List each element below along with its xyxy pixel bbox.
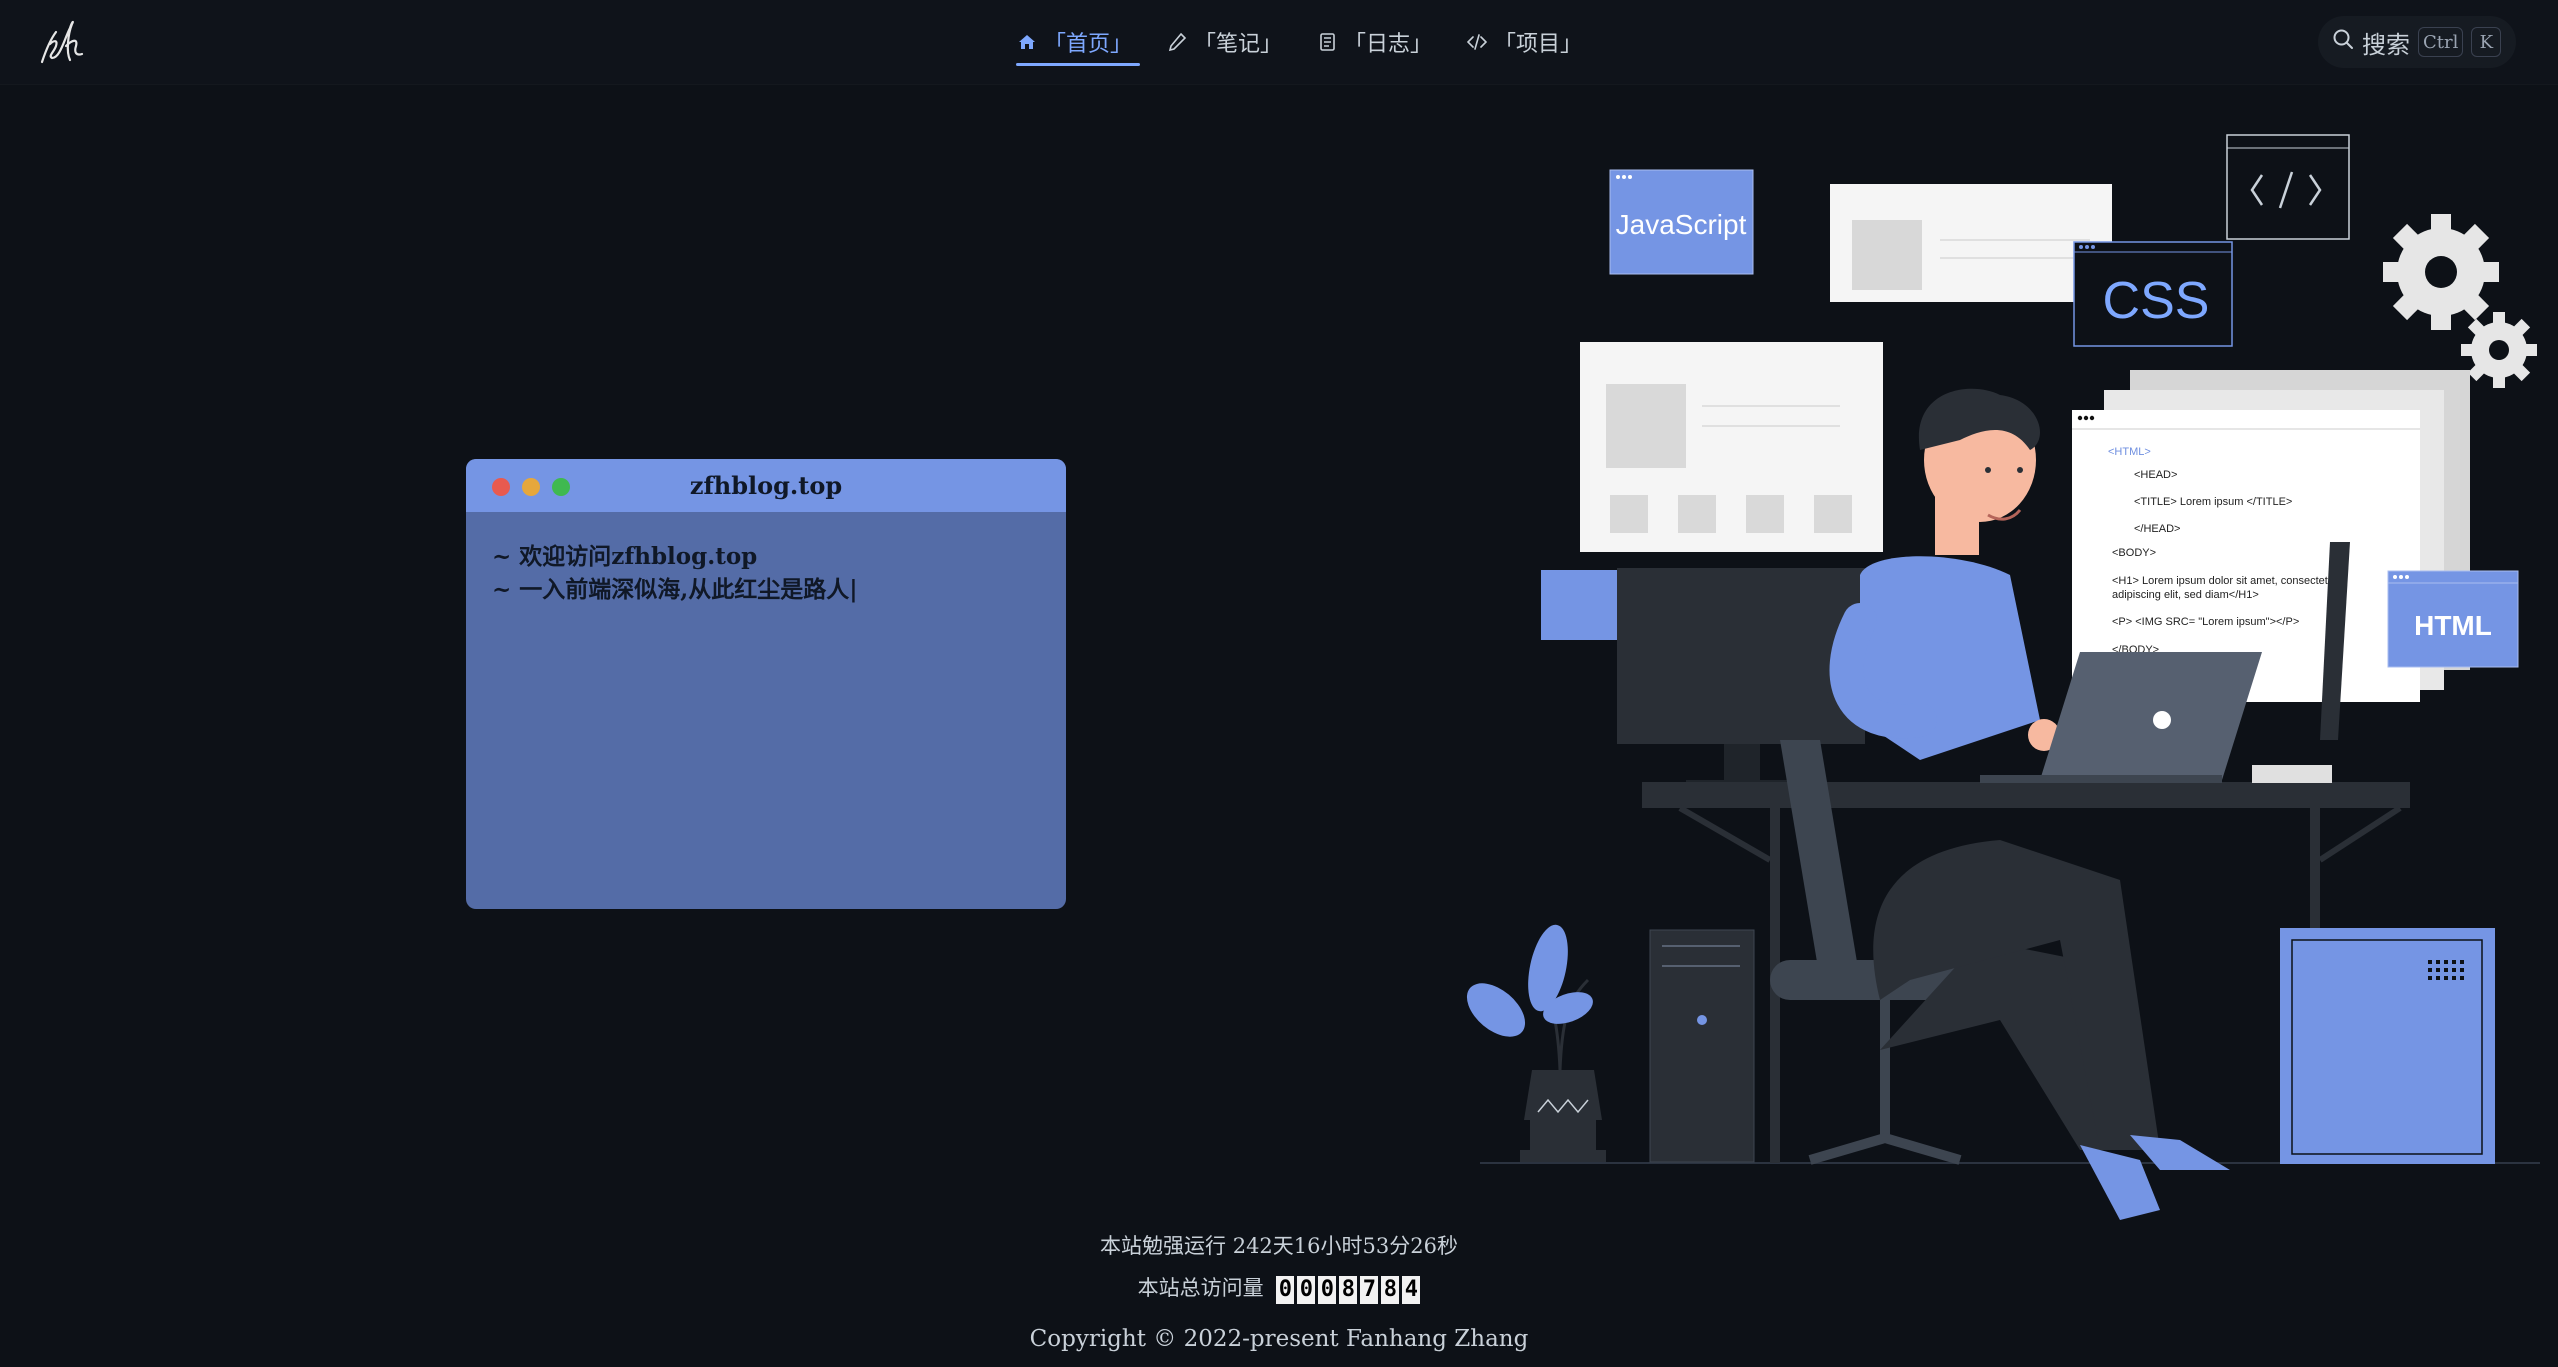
terminal-body: ~ 欢迎访问zfhblog.top ~ 一入前端深似海,从此红尘是路人| <box>466 512 1066 634</box>
nav-projects[interactable]: 「项目」 <box>1460 0 1588 84</box>
html-badge-text: HTML <box>2414 610 2492 641</box>
code-line: <H1> Lorem ipsum dolor sit amet, consect… <box>2112 575 2344 587</box>
counter-digit: 0 <box>1297 1275 1316 1304</box>
home-icon <box>1016 31 1038 53</box>
plant-illustration <box>1466 924 1606 1162</box>
counter-digit: 8 <box>1381 1275 1400 1304</box>
code-line: </HEAD> <box>2134 523 2180 535</box>
terminal-line: ~ 欢迎访问zfhblog.top <box>492 543 758 570</box>
visit-counter: 0 0 0 8 7 8 4 <box>1276 1275 1421 1304</box>
terminal-window: zfhblog.top ~ 欢迎访问zfhblog.top ~ 一入前端深似海,… <box>466 459 1066 909</box>
terminal-titlebar: zfhblog.top <box>466 459 1066 512</box>
developer-illustration: JavaScript CSS <HTML> <HEAD> <TITLE> Lor… <box>1466 134 2540 1220</box>
code-line: adipiscing elit, sed diam</H1> <box>2112 589 2259 601</box>
css-badge-text: CSS <box>2103 272 2210 330</box>
code-line: <TITLE> Lorem ipsum </TITLE> <box>2134 496 2292 508</box>
nav-notes-label: 「笔记」 <box>1194 32 1283 57</box>
notebook-icon <box>1316 31 1338 53</box>
counter-digit: 8 <box>1339 1275 1358 1304</box>
code-line: <HEAD> <box>2134 469 2177 481</box>
css-badge: CSS <box>2073 241 2233 347</box>
shortcut-key-ctrl: Ctrl <box>2418 27 2464 57</box>
javascript-badge: JavaScript <box>1609 169 1754 275</box>
gear-icon <box>2383 214 2537 388</box>
pen-icon <box>1166 31 1188 53</box>
terminal-line: ~ 一入前端深似海,从此红尘是路人| <box>492 576 858 603</box>
main-nav: 「首页」 「笔记」 「日志」 「项目」 <box>1010 0 1588 84</box>
search-button[interactable]: 搜索 Ctrl K <box>2318 16 2516 68</box>
visit-counter-row: 本站总访问量 0 0 0 8 7 8 4 <box>0 1272 2558 1304</box>
nav-projects-label: 「项目」 <box>1494 32 1583 57</box>
code-line: <BODY> <box>2112 547 2156 559</box>
javascript-badge-text: JavaScript <box>1616 209 1747 240</box>
terminal-title: zfhblog.top <box>689 471 843 500</box>
visit-counter-label: 本站总访问量 <box>1137 1276 1264 1300</box>
copyright-text: Copyright © 2022-present Fanhang Zhang <box>1029 1326 1529 1352</box>
search-label: 搜索 <box>2362 30 2410 59</box>
counter-digit: 0 <box>1318 1275 1337 1304</box>
nav-home-label: 「首页」 <box>1044 32 1133 57</box>
code-line: <HTML> <box>2108 446 2151 458</box>
nav-journal-label: 「日志」 <box>1344 32 1433 57</box>
nav-journal[interactable]: 「日志」 <box>1310 0 1438 84</box>
nav-notes[interactable]: 「笔记」 <box>1160 0 1288 84</box>
counter-digit: 4 <box>1402 1275 1421 1304</box>
search-icon <box>2332 28 2354 56</box>
html-badge: HTML <box>2387 570 2519 668</box>
code-icon <box>1466 31 1488 53</box>
top-navbar: 「首页」 「笔记」 「日志」 「项目」 搜索 Ctrl K <box>0 0 2558 84</box>
counter-digit: 0 <box>1276 1275 1295 1304</box>
code-line: <P> <IMG SRC= "Lorem ipsum"></P> <box>2112 616 2299 628</box>
runtime-text: 本站勉强运行 242天16小时53分26秒 <box>1100 1234 1458 1258</box>
page: 「首页」 「笔记」 「日志」 「项目」 搜索 Ctrl K zfhblog.to… <box>0 0 2558 1367</box>
nav-home[interactable]: 「首页」 <box>1010 0 1141 84</box>
counter-digit: 7 <box>1360 1275 1379 1304</box>
site-logo[interactable] <box>36 10 88 74</box>
shortcut-key-k: K <box>2471 27 2502 57</box>
